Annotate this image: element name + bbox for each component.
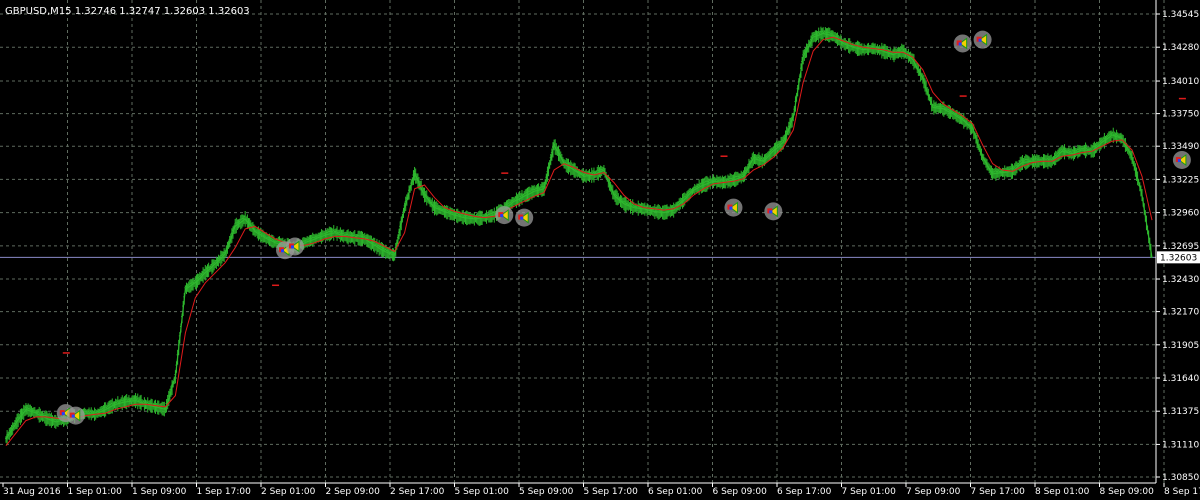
current-price-label: 1.32603 — [1160, 253, 1197, 263]
price-tick-label: 1.30850 — [1162, 473, 1199, 483]
time-tick-label: 8 Sep 17:0 — [1164, 487, 1200, 497]
price-tick-label: 1.31640 — [1162, 374, 1199, 384]
time-tick-label: 2 Sep 17:00 — [390, 487, 445, 497]
time-tick-label: 8 Sep 09:00 — [1100, 487, 1155, 497]
time-tick-label: 8 Sep 01:00 — [1035, 487, 1090, 497]
price-chart[interactable]: 1.34545 1.34280 1.34010 1.33750 1.33490 1.332… — [0, 0, 1200, 500]
trade-marker[interactable] — [66, 406, 85, 425]
time-tick-label: 5 Sep 09:00 — [519, 487, 574, 497]
time-tick-label: 1 Sep 01:00 — [68, 487, 123, 497]
trade-exit-icon — [281, 249, 285, 253]
time-tick-label: 6 Sep 09:00 — [713, 487, 768, 497]
price-tick-label: 1.34010 — [1162, 77, 1199, 87]
price-tick-label: 1.33490 — [1162, 142, 1199, 152]
trade-marker[interactable] — [515, 208, 534, 227]
time-tick-label: 7 Sep 09:00 — [906, 487, 961, 497]
trade-exit-icon — [729, 206, 733, 210]
time-tick-label: 31 Aug 2016 — [3, 487, 61, 497]
trade-exit-icon — [71, 414, 75, 418]
trade-marker[interactable] — [1172, 150, 1191, 169]
price-tick-label: 1.32695 — [1162, 242, 1199, 252]
price-tick-label: 1.34545 — [1162, 10, 1199, 20]
price-tick-label: 1.34280 — [1162, 43, 1199, 53]
trade-exit-icon — [290, 245, 294, 249]
time-tick-label: 2 Sep 01:00 — [261, 487, 316, 497]
time-tick-label: 2 Sep 09:00 — [326, 487, 381, 497]
trade-exit-icon — [769, 210, 773, 214]
price-tick-label: 1.32430 — [1162, 275, 1199, 285]
current-price-tag: 1.32603 — [1157, 251, 1200, 264]
trade-marker[interactable] — [953, 34, 972, 53]
time-tick-label: 7 Sep 01:00 — [842, 487, 897, 497]
time-tick-label: 6 Sep 01:00 — [648, 487, 703, 497]
time-tick-label: 1 Sep 17:00 — [197, 487, 252, 497]
price-tick-label: 1.32960 — [1162, 209, 1199, 219]
price-tick-label: 1.31110 — [1162, 440, 1199, 450]
price-tick-label: 1.31905 — [1162, 341, 1199, 351]
time-tick-label: 5 Sep 17:00 — [584, 487, 639, 497]
price-tick-label: 1.33225 — [1162, 175, 1199, 185]
trade-exit-icon — [1177, 158, 1181, 162]
time-tick-label: 5 Sep 01:00 — [455, 487, 510, 497]
trade-exit-icon — [958, 42, 962, 46]
chart-background — [0, 0, 1200, 500]
trade-exit-icon — [61, 412, 65, 416]
trade-marker[interactable] — [285, 237, 304, 256]
trade-exit-icon — [520, 216, 524, 220]
time-tick-label: 1 Sep 09:00 — [132, 487, 187, 497]
price-tick-label: 1.33750 — [1162, 110, 1199, 120]
trade-marker[interactable] — [495, 206, 514, 225]
time-tick-label: 7 Sep 17:00 — [971, 487, 1026, 497]
trade-marker[interactable] — [764, 202, 783, 221]
chart-title: GBPUSD,M15 1.32746 1.32747 1.32603 1.326… — [5, 6, 250, 17]
price-tick-label: 1.31375 — [1162, 407, 1199, 417]
price-tick-label: 1.32170 — [1162, 308, 1199, 318]
time-tick-label: 6 Sep 17:00 — [777, 487, 832, 497]
trade-marker[interactable] — [973, 30, 992, 49]
trade-exit-icon — [500, 214, 504, 218]
trade-marker[interactable] — [724, 198, 743, 217]
trade-exit-icon — [978, 38, 982, 42]
